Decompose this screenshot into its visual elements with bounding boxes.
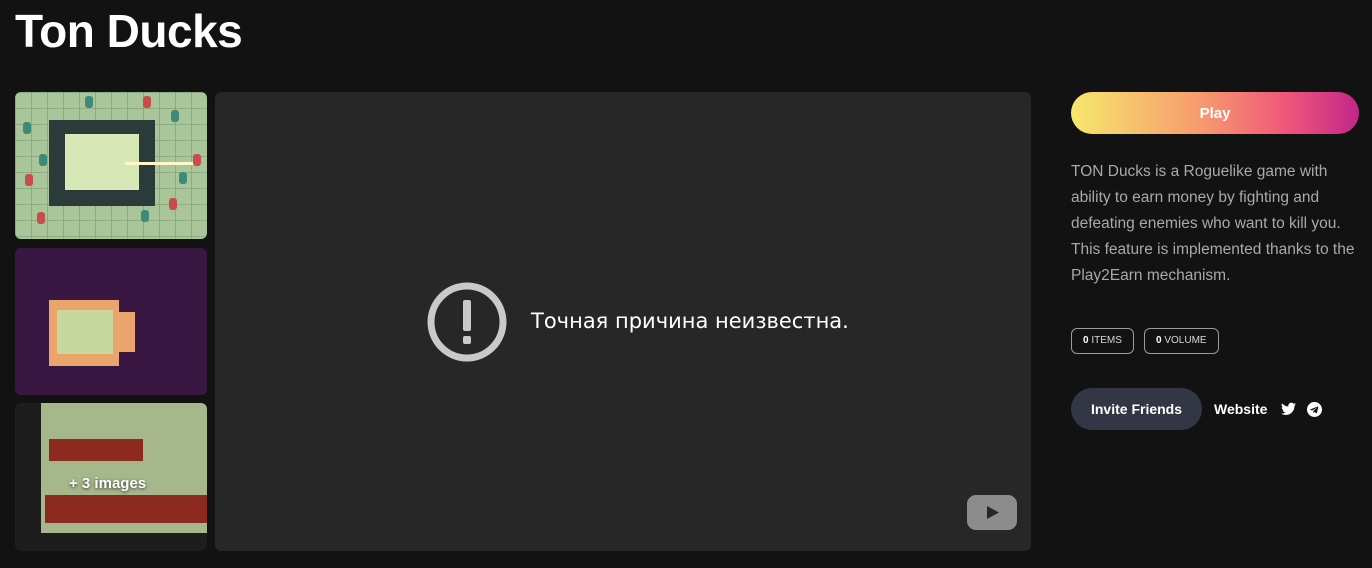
gallery-thumbnail-1[interactable] bbox=[15, 92, 207, 239]
volume-label: VOLUME bbox=[1164, 335, 1207, 346]
telegram-icon[interactable] bbox=[1307, 402, 1322, 417]
video-error-message: Точная причина неизвестна. bbox=[531, 309, 849, 333]
youtube-play-icon bbox=[987, 506, 999, 519]
video-player[interactable]: Точная причина неизвестна. bbox=[215, 92, 1031, 551]
youtube-play-button[interactable] bbox=[967, 495, 1017, 530]
volume-badge: 0 VOLUME bbox=[1144, 328, 1219, 354]
exclamation-circle-icon bbox=[427, 282, 507, 362]
website-link[interactable]: Website bbox=[1214, 401, 1267, 417]
items-count-value: 0 bbox=[1083, 335, 1089, 346]
game-description: TON Ducks is a Roguelike game with abili… bbox=[1071, 163, 1355, 284]
volume-value: 0 bbox=[1156, 335, 1162, 346]
play-button[interactable]: Play bbox=[1071, 92, 1359, 134]
invite-friends-button[interactable]: Invite Friends bbox=[1071, 388, 1202, 430]
gallery-thumbnail-more[interactable]: + 3 images bbox=[15, 403, 207, 551]
items-count-label: ITEMS bbox=[1091, 335, 1122, 346]
items-count-badge: 0 ITEMS bbox=[1071, 328, 1134, 354]
gallery-thumbnail-2[interactable] bbox=[15, 248, 207, 395]
twitter-icon[interactable] bbox=[1281, 402, 1296, 416]
more-images-label: + 3 images bbox=[69, 475, 147, 492]
page-title: Ton Ducks bbox=[15, 5, 243, 57]
